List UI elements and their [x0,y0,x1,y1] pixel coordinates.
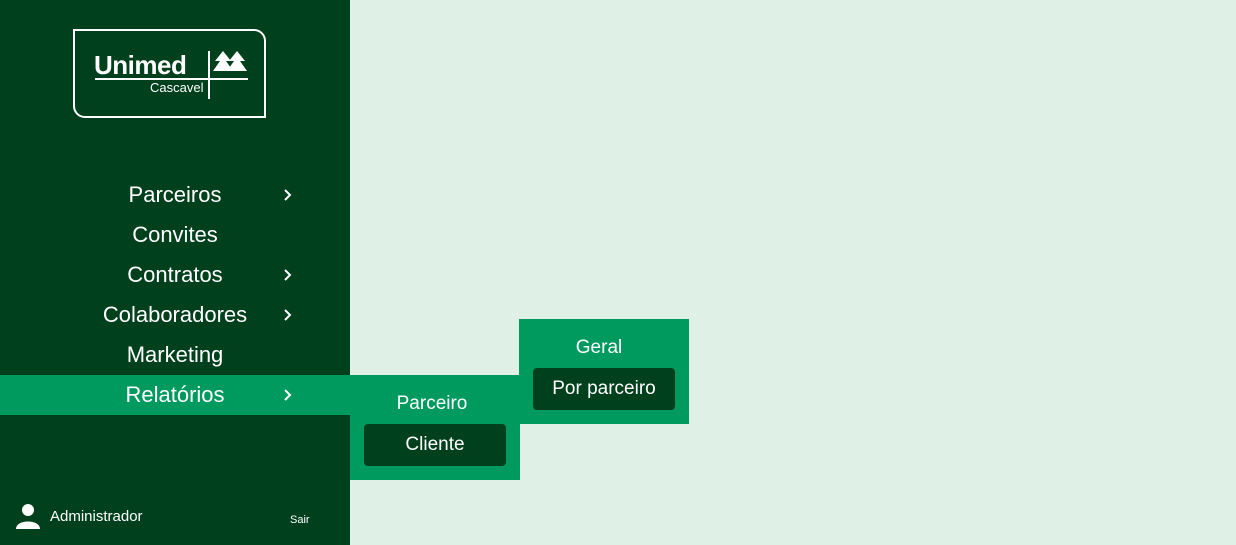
menu-item-label: Relatórios [125,382,225,407]
menu-item-label: Contratos [127,262,223,287]
menu-item-parceiros[interactable]: Parceiros [0,175,350,215]
chevron-right-icon [284,389,292,401]
logout-link[interactable]: Sair [290,514,310,526]
user-icon [16,504,40,529]
pine-trees-icon [213,51,247,71]
chevron-right-icon [284,269,292,281]
unimed-logo: Unimed Cascavel [73,29,266,118]
menu-item-label: Parceiros [128,182,222,207]
submenu-item-por-parceiro[interactable]: Por parceiro [533,368,675,410]
menu-item-label: Colaboradores [102,302,248,327]
submenu-item-parceiro[interactable]: Parceiro [350,389,514,419]
menu-item-colaboradores[interactable]: Colaboradores [0,295,350,335]
menu-item-relatorios[interactable]: Relatórios [0,375,350,415]
submenu-relatorios: Parceiro Cliente [350,375,520,480]
submenu-parceiro: Geral Por parceiro [519,319,689,424]
submenu-item-geral[interactable]: Geral [519,333,679,363]
user-name: Administrador [50,508,143,525]
chevron-right-icon [284,309,292,321]
menu-item-label: Marketing [126,342,224,367]
menu-item-contratos[interactable]: Contratos [0,255,350,295]
menu-item-label: Convites [132,222,218,247]
menu-item-convites[interactable]: Convites [0,215,350,255]
logo-city: Cascavel [150,80,204,95]
logo-brand: Unimed [94,50,187,80]
chevron-right-icon [284,189,292,201]
menu-item-marketing[interactable]: Marketing [0,335,350,375]
sidebar: Unimed Cascavel Parceiros Convites Contr… [0,0,350,545]
submenu-item-cliente[interactable]: Cliente [364,424,506,466]
main-menu: Parceiros Convites Contratos Colaborador… [0,175,350,415]
